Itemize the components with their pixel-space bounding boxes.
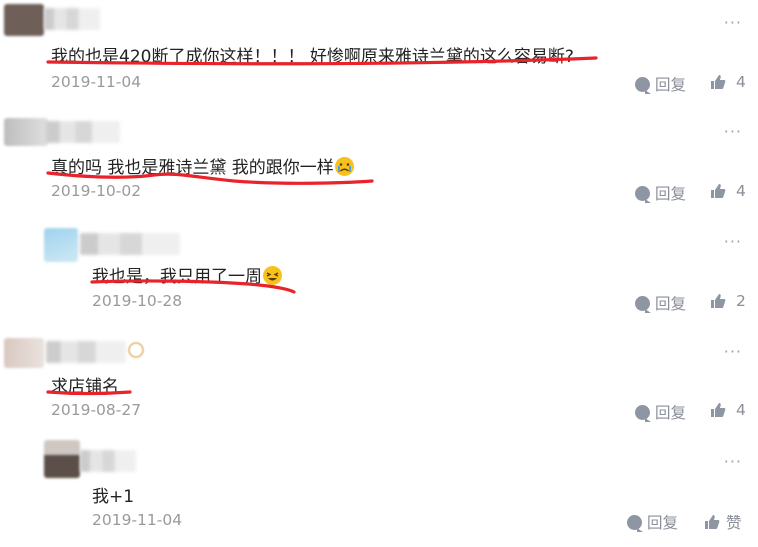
username-blurred[interactable]	[80, 450, 136, 472]
username-blurred[interactable]	[46, 121, 120, 143]
comment-date: 2019-11-04	[51, 73, 142, 91]
thumbs-up-icon	[711, 184, 726, 198]
reply-button[interactable]: 回复	[635, 182, 686, 204]
like-count: 4	[736, 73, 746, 91]
like-button[interactable]: 4	[710, 401, 746, 419]
comment-date: 2019-11-04	[92, 511, 183, 529]
like-count: 2	[736, 292, 746, 310]
reply-label: 回复	[647, 514, 679, 532]
reply-label: 回复	[655, 185, 687, 203]
comment-date: 2019-10-28	[92, 292, 183, 310]
avatar[interactable]	[44, 440, 80, 478]
like-count: 4	[736, 182, 746, 200]
like-button[interactable]: 2	[710, 292, 746, 310]
comment-date: 2019-08-27	[51, 401, 142, 419]
username-blurred[interactable]	[80, 233, 180, 255]
avatar[interactable]	[44, 228, 78, 262]
more-options-button[interactable]: ···	[724, 122, 742, 141]
comment-icon	[627, 514, 643, 532]
avatar[interactable]	[4, 338, 44, 368]
red-underline-annotation	[46, 390, 132, 396]
comment-icon	[635, 76, 651, 94]
thumbs-up-icon	[711, 403, 726, 417]
reply-button[interactable]: 回复	[627, 511, 678, 533]
reply-label: 回复	[655, 404, 687, 422]
username-blurred[interactable]	[46, 341, 126, 363]
more-options-button[interactable]: ···	[724, 232, 742, 251]
like-button[interactable]: 赞	[704, 511, 742, 533]
like-count: 4	[736, 401, 746, 419]
red-underline-annotation	[46, 56, 598, 66]
avatar[interactable]	[4, 118, 48, 146]
thumbs-up-icon	[711, 75, 726, 89]
reply-label: 回复	[655, 76, 687, 94]
more-options-button[interactable]: ···	[724, 342, 742, 361]
like-button[interactable]: 4	[710, 182, 746, 200]
more-options-button[interactable]: ···	[724, 452, 742, 471]
thumbs-up-icon	[705, 515, 720, 529]
username-blurred[interactable]	[44, 8, 100, 30]
comment-date: 2019-10-02	[51, 182, 142, 200]
reply-button[interactable]: 回复	[635, 73, 686, 95]
like-button[interactable]: 4	[710, 73, 746, 91]
more-options-button[interactable]: ···	[724, 13, 742, 32]
comment-icon	[635, 404, 651, 422]
comment-icon	[635, 185, 651, 203]
like-label: 赞	[726, 514, 742, 532]
thumbs-up-icon	[711, 294, 726, 308]
comment-text: 我+1	[92, 487, 135, 507]
reply-button[interactable]: 回复	[635, 401, 686, 423]
reply-label: 回复	[655, 295, 687, 313]
level-badge-icon	[128, 342, 144, 358]
comment-icon	[635, 295, 651, 313]
avatar[interactable]	[4, 4, 44, 36]
reply-button[interactable]: 回复	[635, 292, 686, 314]
